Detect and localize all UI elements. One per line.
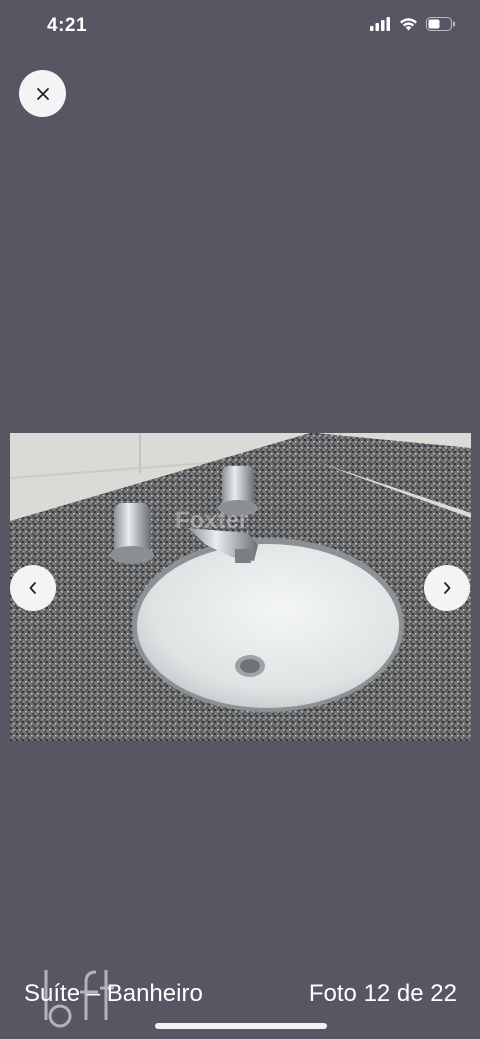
status-bar: 4:21 bbox=[0, 0, 480, 54]
next-photo-button[interactable] bbox=[424, 565, 470, 611]
photo-caption: Suíte – Banheiro bbox=[24, 980, 203, 1007]
close-icon bbox=[36, 87, 49, 100]
photo-watermark: Foxter bbox=[175, 507, 248, 534]
close-button[interactable] bbox=[19, 70, 66, 117]
previous-photo-button[interactable] bbox=[10, 565, 56, 611]
bathroom-sink-image: Foxter bbox=[10, 433, 471, 741]
signal-icon bbox=[370, 17, 390, 31]
listing-photo[interactable]: Foxter bbox=[10, 433, 471, 741]
photo-counter: Foto 12 de 22 bbox=[308, 980, 457, 1007]
home-indicator[interactable] bbox=[155, 1023, 327, 1029]
status-time: 4:21 bbox=[47, 15, 88, 36]
battery-icon bbox=[426, 17, 455, 31]
chevron-left-icon bbox=[29, 582, 36, 594]
status-icons bbox=[370, 17, 456, 31]
wifi-icon bbox=[400, 18, 417, 31]
chevron-right-icon bbox=[444, 582, 451, 594]
